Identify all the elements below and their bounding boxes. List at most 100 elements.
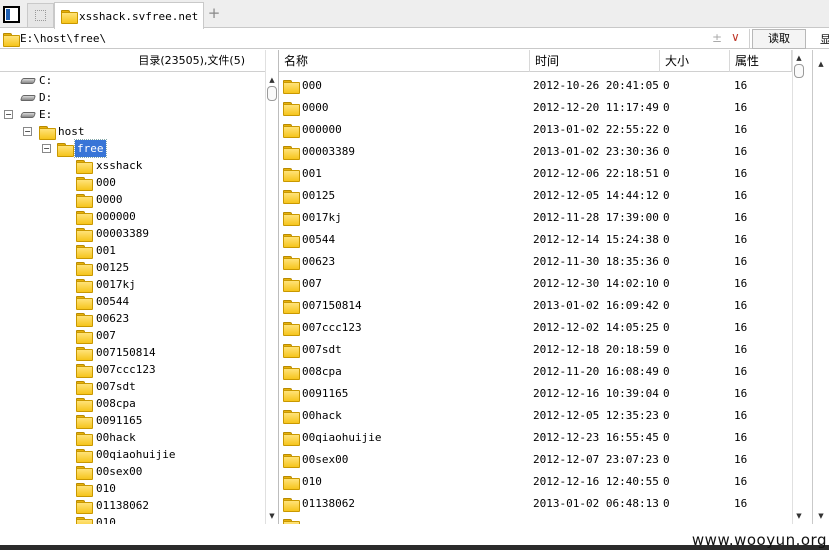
blank-page-icon bbox=[35, 10, 46, 21]
folder-icon bbox=[283, 498, 300, 512]
file-name: 00hack bbox=[302, 409, 342, 422]
folder-icon bbox=[283, 454, 300, 468]
file-row[interactable]: 000000 2013-01-02 22:55:22 0 16 bbox=[279, 119, 792, 141]
file-row[interactable]: 0091165 2012-12-16 10:39:04 0 16 bbox=[279, 383, 792, 405]
file-size: 0 bbox=[663, 255, 670, 268]
tree-scrollbar[interactable]: ▲ ▼ bbox=[265, 50, 278, 524]
file-name: 007ccc123 bbox=[302, 321, 362, 334]
file-attr: 16 bbox=[734, 497, 748, 510]
folder-icon bbox=[76, 313, 93, 327]
column-header-size[interactable]: 大小 bbox=[660, 50, 730, 72]
file-attr: 16 bbox=[734, 277, 748, 290]
collapse-icon[interactable]: − bbox=[4, 110, 13, 119]
file-row[interactable]: 00544 2012-12-14 15:24:38 0 16 bbox=[279, 229, 792, 251]
folder-icon bbox=[283, 366, 300, 380]
folder-icon bbox=[283, 102, 300, 116]
file-row[interactable]: 001 2012-12-06 22:18:51 0 16 bbox=[279, 163, 792, 185]
tree-item-label: 0017kj bbox=[96, 278, 136, 291]
folder-icon bbox=[76, 364, 93, 378]
active-tab[interactable]: xsshack.svfree.net bbox=[54, 2, 204, 29]
file-name: 0017kj bbox=[302, 211, 342, 224]
scroll-down-icon[interactable]: ▼ bbox=[815, 510, 827, 522]
column-header-attr[interactable]: 属性 bbox=[730, 50, 792, 72]
file-row[interactable]: 007sdt 2012-12-18 20:18:59 0 16 bbox=[279, 339, 792, 361]
scroll-up-icon[interactable]: ▲ bbox=[793, 52, 805, 64]
scroll-thumb[interactable] bbox=[794, 64, 804, 78]
file-row[interactable]: 00hack 2012-12-05 12:35:23 0 16 bbox=[279, 405, 792, 427]
side-panel-scrollbar[interactable]: ▲ ▼ bbox=[812, 50, 829, 524]
file-time: 2012-12-16 12:40:55 bbox=[533, 475, 659, 488]
file-name: 010 bbox=[302, 475, 322, 488]
file-name: 00sex00 bbox=[302, 453, 349, 466]
folder-icon bbox=[283, 146, 300, 160]
tree-item-label: 007ccc123 bbox=[96, 363, 156, 376]
folder-icon bbox=[61, 10, 78, 24]
file-name: 00003389 bbox=[302, 145, 355, 158]
list-scrollbar[interactable]: ▲ ▼ bbox=[792, 50, 805, 524]
watermark: www.wooyun.org bbox=[691, 531, 827, 549]
scroll-thumb[interactable] bbox=[267, 86, 277, 101]
scroll-down-icon[interactable]: ▼ bbox=[793, 510, 805, 522]
scroll-up-icon[interactable]: ▲ bbox=[266, 74, 278, 86]
file-time: 2013-01-02 06:48:13 bbox=[533, 497, 659, 510]
file-row[interactable]: 007 2012-12-30 14:02:10 0 16 bbox=[279, 273, 792, 295]
file-size: 0 bbox=[663, 167, 670, 180]
file-size: 0 bbox=[663, 387, 670, 400]
folder-icon bbox=[39, 126, 56, 140]
drive-icon bbox=[19, 112, 37, 118]
file-row[interactable]: 007ccc123 2012-12-02 14:05:25 0 16 bbox=[279, 317, 792, 339]
plus-minus-icon[interactable]: ± bbox=[712, 31, 722, 45]
folder-icon bbox=[283, 168, 300, 182]
new-tab-button[interactable]: + bbox=[207, 5, 221, 21]
file-size: 0 bbox=[663, 475, 670, 488]
file-row[interactable]: 00sex00 2012-12-07 23:07:23 0 16 bbox=[279, 449, 792, 471]
blank-tab[interactable] bbox=[27, 3, 54, 27]
file-size: 0 bbox=[663, 409, 670, 422]
column-header-time[interactable]: 时间 bbox=[530, 50, 660, 72]
folder-icon bbox=[76, 483, 93, 497]
file-row[interactable]: 00125 2012-12-05 14:44:12 0 16 bbox=[279, 185, 792, 207]
tree-item-label: 00125 bbox=[96, 261, 130, 274]
path-input[interactable]: E:\host\free\ ± ∨ bbox=[0, 29, 750, 49]
display-button[interactable]: 显 bbox=[820, 31, 829, 47]
chevron-down-icon[interactable]: ∨ bbox=[731, 30, 740, 44]
file-time: 2013-01-02 16:09:42 bbox=[533, 299, 659, 312]
folder-icon bbox=[76, 415, 93, 429]
file-row[interactable]: 0000 2012-12-20 11:17:49 0 16 bbox=[279, 97, 792, 119]
scroll-down-icon[interactable]: ▼ bbox=[266, 510, 278, 522]
file-attr: 16 bbox=[734, 167, 748, 180]
folder-open-icon bbox=[57, 143, 74, 157]
file-row[interactable]: 00003389 2013-01-02 23:30:36 0 16 bbox=[279, 141, 792, 163]
file-row[interactable]: 007150814 2013-01-02 16:09:42 0 16 bbox=[279, 295, 792, 317]
tree-item-label: 000 bbox=[96, 176, 116, 189]
file-row[interactable]: 01138062 2013-01-02 06:48:13 0 16 bbox=[279, 493, 792, 515]
file-attr: 16 bbox=[734, 233, 748, 246]
file-attr: 16 bbox=[734, 343, 748, 356]
scroll-up-icon[interactable]: ▲ bbox=[815, 58, 827, 70]
folder-icon bbox=[76, 245, 93, 259]
file-row[interactable]: 0017kj 2012-11-28 17:39:00 0 16 bbox=[279, 207, 792, 229]
file-row[interactable]: 00qiaohuijie 2012-12-23 16:55:45 0 16 bbox=[279, 427, 792, 449]
folder-icon bbox=[283, 388, 300, 402]
collapse-icon[interactable]: − bbox=[23, 127, 32, 136]
read-button[interactable]: 读取 bbox=[752, 29, 806, 49]
tree-item-label: 0000 bbox=[96, 193, 123, 206]
file-row[interactable]: 00623 2012-11-30 18:35:36 0 16 bbox=[279, 251, 792, 273]
tree-item-label: E: bbox=[39, 108, 53, 121]
folder-icon bbox=[283, 300, 300, 314]
file-name: 007 bbox=[302, 277, 322, 290]
file-row[interactable]: 010 2012-12-16 12:40:55 0 16 bbox=[279, 471, 792, 493]
file-row[interactable]: 000 2012-10-26 20:41:05 0 16 bbox=[279, 75, 792, 97]
column-header-name[interactable]: 名称 bbox=[279, 50, 530, 72]
file-time: 2012-12-06 22:18:51 bbox=[533, 167, 659, 180]
file-size: 0 bbox=[663, 189, 670, 202]
panel-toggle-icon[interactable] bbox=[3, 6, 20, 23]
folder-icon bbox=[76, 211, 93, 225]
file-row[interactable]: 008cpa 2012-11-20 16:08:49 0 16 bbox=[279, 361, 792, 383]
collapse-icon[interactable]: − bbox=[42, 144, 51, 153]
folder-icon bbox=[76, 228, 93, 242]
folder-icon bbox=[76, 432, 93, 446]
tree-item-label: 00544 bbox=[96, 295, 130, 308]
folder-icon bbox=[283, 344, 300, 358]
file-size: 0 bbox=[663, 233, 670, 246]
